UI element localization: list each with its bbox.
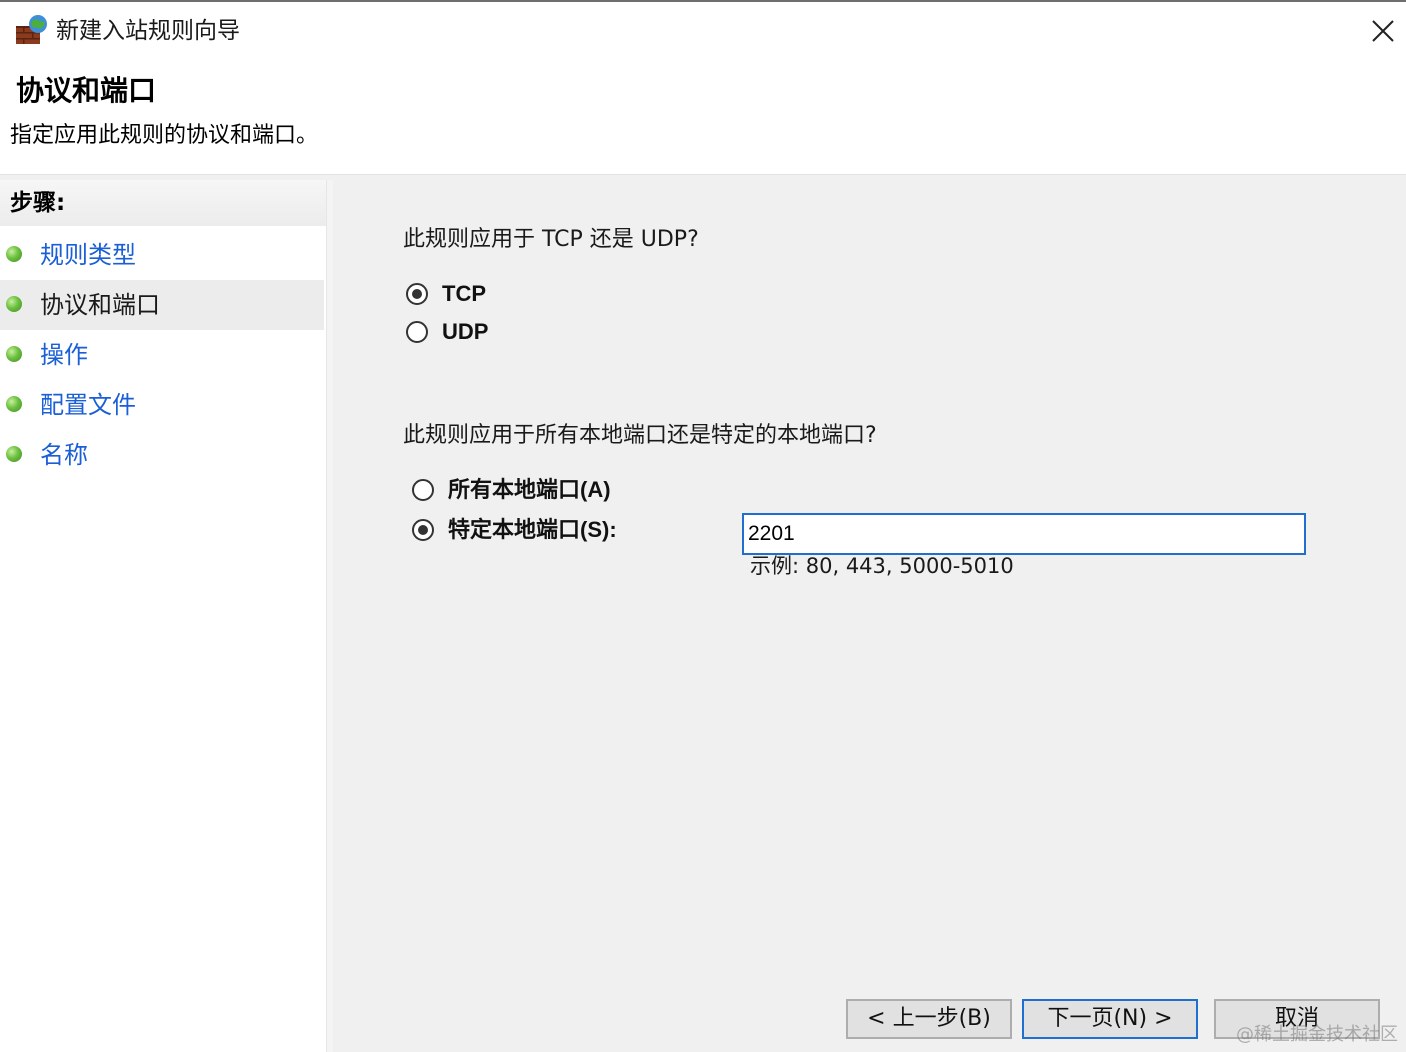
specific-ports-label: 特定本地端口(S): [448, 517, 617, 542]
udp-label: UDP [442, 319, 489, 344]
step-status-icon [6, 446, 22, 462]
all-ports-radio[interactable] [412, 479, 434, 501]
close-button[interactable] [1360, 2, 1406, 60]
specific-ports-input[interactable] [742, 513, 1306, 555]
udp-radio-option[interactable]: UDP [406, 315, 488, 349]
steps-sidebar: 步骤: 规则类型 协议和端口 操作 配置文件 名称 [0, 180, 326, 1052]
page-title: 协议和端口 [16, 74, 157, 107]
sidebar-divider [326, 180, 333, 1052]
all-ports-radio-option[interactable]: 所有本地端口(A) [412, 473, 611, 507]
step-label: 配置文件 [40, 391, 136, 419]
next-button[interactable]: 下一页(N) > [1022, 999, 1198, 1039]
udp-radio[interactable] [406, 321, 428, 343]
port-question: 此规则应用于所有本地端口还是特定的本地端口? [403, 423, 877, 448]
step-name[interactable]: 名称 [0, 430, 324, 480]
port-example-hint: 示例: 80, 443, 5000-5010 [750, 554, 1014, 578]
steps-header: 步骤: [0, 180, 326, 226]
title-bar: 新建入站规则向导 [0, 2, 1406, 60]
page-subtitle: 指定应用此规则的协议和端口。 [10, 123, 319, 148]
step-label: 规则类型 [40, 241, 136, 269]
step-status-icon [6, 396, 22, 412]
wizard-window: 新建入站规则向导 协议和端口 指定应用此规则的协议和端口。 步骤: 规则类型 协… [0, 0, 1406, 1052]
main-panel: 此规则应用于 TCP 还是 UDP? TCP UDP 此规则应用于所有本地端口还… [333, 180, 1406, 1052]
window-title: 新建入站规则向导 [56, 18, 240, 44]
step-profile[interactable]: 配置文件 [0, 380, 324, 430]
step-action[interactable]: 操作 [0, 330, 324, 380]
specific-ports-radio-option[interactable]: 特定本地端口(S): [412, 513, 617, 547]
step-status-icon [6, 346, 22, 362]
watermark: @稀土掘金技术社区 [1236, 1024, 1398, 1045]
all-ports-label: 所有本地端口(A) [448, 477, 611, 502]
step-label: 名称 [40, 441, 88, 469]
firewall-icon [16, 15, 47, 44]
step-status-icon [6, 296, 22, 312]
step-rule-type[interactable]: 规则类型 [0, 230, 324, 280]
tcp-radio[interactable] [406, 283, 428, 305]
step-protocol-port[interactable]: 协议和端口 [0, 280, 324, 330]
steps-label: 步骤: [10, 190, 66, 216]
close-icon [1372, 20, 1394, 42]
back-button[interactable]: < 上一步(B) [846, 999, 1012, 1039]
tcp-label: TCP [442, 281, 486, 306]
step-label: 操作 [40, 341, 88, 369]
tcp-radio-option[interactable]: TCP [406, 277, 486, 311]
step-status-icon [6, 246, 22, 262]
protocol-question: 此规则应用于 TCP 还是 UDP? [403, 227, 699, 252]
specific-ports-radio[interactable] [412, 519, 434, 541]
step-label: 协议和端口 [40, 291, 160, 319]
